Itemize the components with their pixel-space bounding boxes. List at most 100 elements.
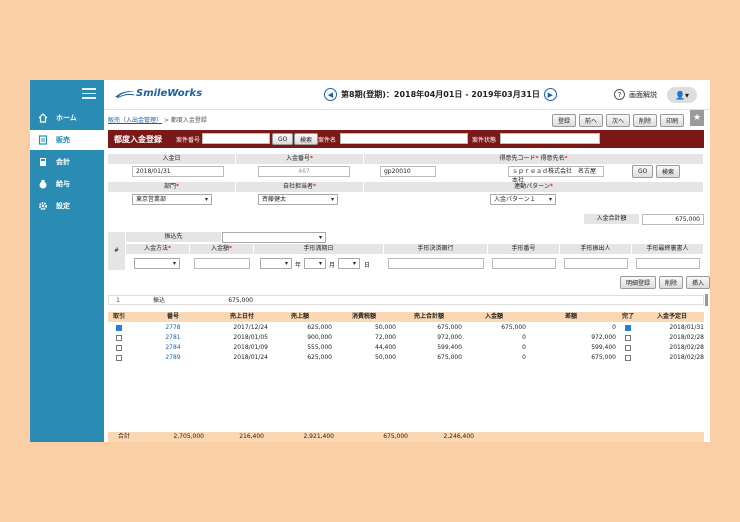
print-button[interactable]: 印刷 xyxy=(660,114,685,127)
take-checkbox[interactable] xyxy=(116,325,122,331)
date-label-text: 入金日 xyxy=(162,155,181,162)
customer-name-input[interactable]: ｓｐｒｅａｄ株式会社 名古屋本社 xyxy=(508,166,604,184)
breadcrumb-parent-link[interactable]: 販売（入出金管理） xyxy=(108,117,162,124)
table-row[interactable]: 2778 2017/12/24 625,000 50,000 675,000 675,00… xyxy=(108,323,704,333)
bookmark-star-icon[interactable]: ★ xyxy=(690,110,704,126)
col-sales-total-header: 売上合計額 xyxy=(396,312,462,322)
col-sales-total-cell: 599,400 xyxy=(437,344,462,351)
customer-go-button[interactable]: GO xyxy=(632,165,654,178)
table-row[interactable]: 2784 2018/01/09 555,000 44,400 599,400 0 599,4… xyxy=(108,343,704,353)
date-input[interactable]: 2018/01/31 xyxy=(132,166,224,177)
col-due-date-cell: 2018/01/31 xyxy=(669,324,704,331)
dest-label: 振込先 xyxy=(126,232,222,242)
take-checkbox[interactable] xyxy=(116,335,122,341)
register-button[interactable]: 登録 xyxy=(552,114,577,127)
breadcrumb-current: 都度入金登録 xyxy=(170,117,207,124)
scrollbar[interactable] xyxy=(705,294,708,306)
bill-no-input[interactable] xyxy=(492,258,556,269)
next-period-icon[interactable]: ▶ xyxy=(543,88,557,101)
col-number-cell[interactable]: 2778 xyxy=(130,323,216,333)
coin-bag-icon xyxy=(38,179,48,189)
col-diff-header: 差額 xyxy=(526,312,616,322)
user-menu-button[interactable]: 👤 ▾ xyxy=(667,87,697,103)
due-year-select[interactable] xyxy=(260,258,292,269)
customer-search-button[interactable]: 検索 xyxy=(656,165,681,178)
col-done-header: 完了 xyxy=(616,312,640,322)
detail-row[interactable]: 1 振込 675,000 xyxy=(108,295,704,305)
date-label: 入金日 xyxy=(108,154,236,164)
sidebar-item-payroll[interactable]: 給与 xyxy=(30,174,104,194)
take-checkbox[interactable] xyxy=(116,345,122,351)
detail-row-amount: 675,000 xyxy=(228,297,253,304)
pattern-select[interactable]: 入金パターン１ xyxy=(490,194,556,205)
gear-icon xyxy=(38,201,48,211)
delete-button[interactable]: 削除 xyxy=(633,114,658,127)
amount-input[interactable] xyxy=(194,258,250,269)
method-select[interactable] xyxy=(134,258,180,269)
sidebar-item-label: ホーム xyxy=(56,114,77,122)
bank-label: 手形決済銀行 xyxy=(384,244,488,254)
sidebar-item-home[interactable]: ホーム xyxy=(30,108,104,128)
toolbar: 登録 前へ 次へ 削除 印刷 xyxy=(552,114,685,127)
case-search-button[interactable]: 検索 xyxy=(294,133,319,145)
sidebar-item-sales[interactable]: 販売 xyxy=(30,130,104,150)
col-sales-date-cell: 2018/01/09 xyxy=(233,344,268,351)
detail-delete-button[interactable]: 削除 xyxy=(659,276,683,289)
sidebar-item-label: 給与 xyxy=(56,180,70,188)
case-status-input[interactable] xyxy=(500,133,600,144)
col-diff-cell: 972,000 xyxy=(591,334,616,341)
prev-button[interactable]: 前へ xyxy=(579,114,604,127)
hamburger-menu-icon[interactable] xyxy=(82,88,96,99)
top-bar: SmileWorks ◀ 第8期(登期)：2018年04月01日 - 2019年… xyxy=(104,80,710,110)
due-day-select[interactable] xyxy=(338,258,360,269)
sidebar-item-settings[interactable]: 設定 xyxy=(30,196,104,216)
no-input[interactable]: 467 xyxy=(258,166,350,177)
dept-select[interactable]: 東京営業部 xyxy=(132,194,212,205)
done-checkbox[interactable] xyxy=(625,355,631,361)
next-button[interactable]: 次へ xyxy=(606,114,631,127)
done-checkbox[interactable] xyxy=(625,325,631,331)
main-content: SmileWorks ◀ 第8期(登期)：2018年04月01日 - 2019年… xyxy=(104,80,710,442)
detail-register-button[interactable]: 明細登録 xyxy=(620,276,656,289)
dest-select[interactable] xyxy=(222,232,326,243)
take-checkbox[interactable] xyxy=(116,355,122,361)
done-checkbox[interactable] xyxy=(625,335,631,341)
drawer-input[interactable] xyxy=(564,258,628,269)
day-label: 日 xyxy=(364,262,371,269)
col-number-header: 番号 xyxy=(130,312,216,322)
sidebar-item-label: 販売 xyxy=(56,136,70,144)
case-name-input[interactable] xyxy=(340,133,468,144)
staff-label: 自社担当者* xyxy=(236,182,364,192)
case-name-label: 案件名 xyxy=(318,137,337,144)
case-no-input[interactable] xyxy=(202,133,270,144)
footer-diff-total: 2,246,400 xyxy=(443,433,474,440)
col-tax-cell: 50,000 xyxy=(375,324,396,331)
bill-no-label: 手形番号 xyxy=(488,244,560,254)
bank-input[interactable] xyxy=(388,258,484,269)
due-month-select[interactable] xyxy=(304,258,326,269)
total-value: 675,000 xyxy=(642,214,704,225)
col-sales-date-header: 売上日付 xyxy=(216,312,268,322)
sidebar-item-label: 会計 xyxy=(56,158,70,166)
case-go-button[interactable]: GO xyxy=(272,133,294,145)
col-number-cell[interactable]: 2784 xyxy=(130,343,216,353)
no-label-text: 入金番号 xyxy=(285,155,310,162)
done-checkbox[interactable] xyxy=(625,345,631,351)
table-row[interactable]: 2781 2018/01/05 900,000 72,000 972,000 0 972,0… xyxy=(108,333,704,343)
period-label: 第8期(登期)：2018年04月01日 - 2019年03月31日 xyxy=(341,90,540,99)
app-window: ホーム 販売 会計 給与 設定 SmileWorks ◀ 第8期(登期)：201… xyxy=(30,80,710,442)
staff-select[interactable]: 斉藤健太 xyxy=(258,194,338,205)
col-number-cell[interactable]: 2781 xyxy=(130,333,216,343)
endorser-input[interactable] xyxy=(636,258,700,269)
prev-period-icon[interactable]: ◀ xyxy=(324,88,337,101)
detail-insert-button[interactable]: 挿入 xyxy=(686,276,710,289)
customer-code-input[interactable]: gp20010 xyxy=(380,166,436,177)
required-mark: * xyxy=(564,155,568,162)
col-number-cell[interactable]: 2789 xyxy=(130,353,216,363)
required-mark: * xyxy=(535,155,539,162)
chevron-down-icon: ▾ xyxy=(684,90,689,100)
help-link[interactable]: ? 画面解説 xyxy=(614,89,657,100)
table-row[interactable]: 2789 2018/01/24 625,000 50,000 675,000 0 675,0… xyxy=(108,353,704,363)
logo: SmileWorks xyxy=(114,88,202,99)
sidebar-item-accounting[interactable]: 会計 xyxy=(30,152,104,172)
